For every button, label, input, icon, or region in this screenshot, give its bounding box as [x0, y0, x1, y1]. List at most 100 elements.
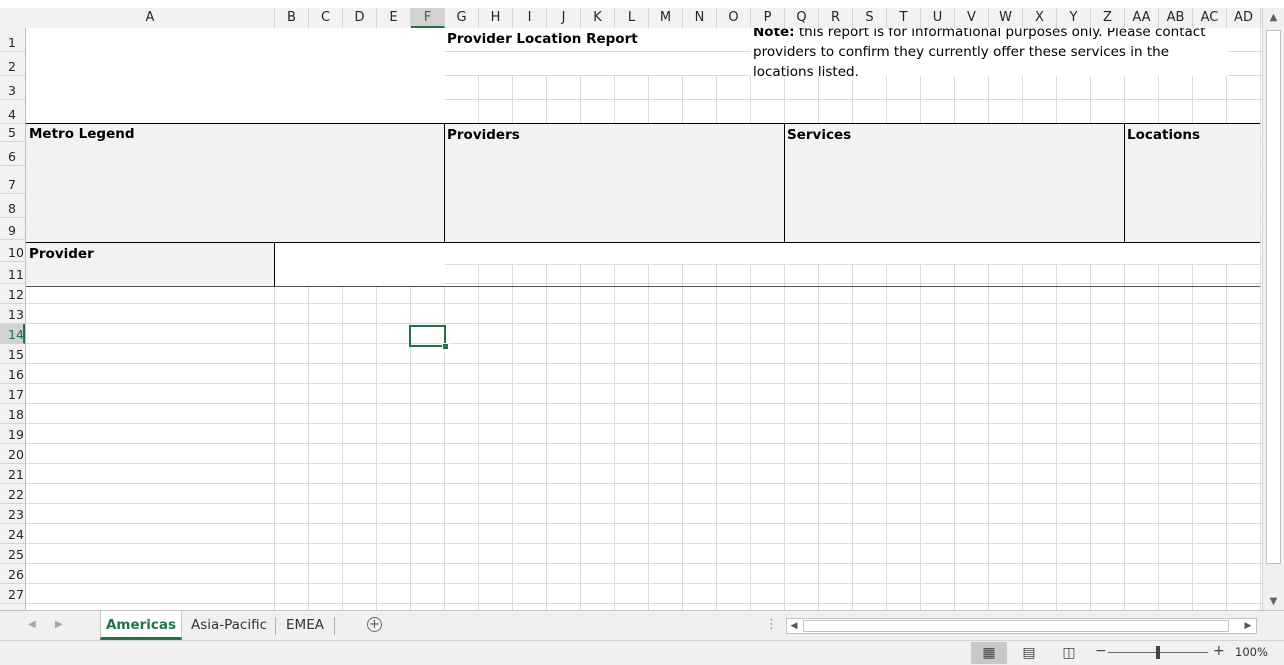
zoom-out-icon[interactable]: − — [1095, 643, 1107, 659]
vertical-scroll-thumb[interactable] — [1266, 30, 1281, 564]
row-header-10[interactable]: 10 — [0, 240, 25, 262]
horizontal-scrollbar[interactable]: ◀ ▶ — [786, 618, 1257, 634]
scroll-down-icon[interactable]: ▼ — [1266, 594, 1281, 609]
column-header-v[interactable]: V — [955, 8, 989, 28]
border-locations-left — [1124, 124, 1125, 242]
column-header-d[interactable]: D — [343, 8, 377, 28]
plus-circle-icon[interactable]: + — [367, 617, 382, 632]
vertical-scrollbar[interactable]: ▲ ▼ — [1262, 8, 1284, 610]
column-header-y[interactable]: Y — [1057, 8, 1091, 28]
row-header-20[interactable]: 20 — [0, 444, 25, 464]
border-services-left — [784, 124, 785, 242]
column-header-n[interactable]: N — [683, 8, 717, 28]
note-cell[interactable]: Note: this report is for informational p… — [751, 28, 1228, 76]
row-header-6[interactable]: 6 — [0, 142, 25, 166]
horizontal-scroll-thumb[interactable] — [803, 620, 1229, 632]
column-header-k[interactable]: K — [581, 8, 615, 28]
sheet-tab-asia-pacific[interactable]: Asia-Pacific — [186, 611, 272, 640]
sheet-tab-americas[interactable]: Americas — [100, 611, 182, 640]
report-note: Note: this report is for informational p… — [753, 28, 1223, 76]
page-icon[interactable]: ▤ — [1011, 642, 1047, 664]
prev-sheet-icon[interactable]: ◀ — [28, 619, 36, 630]
column-header-a[interactable]: A — [26, 8, 275, 28]
column-header-e[interactable]: E — [377, 8, 411, 28]
column-header-t[interactable]: T — [887, 8, 921, 28]
page-break-icon[interactable]: ◫ — [1051, 642, 1087, 664]
column-header-o[interactable]: O — [717, 8, 751, 28]
row-header-16[interactable]: 16 — [0, 364, 25, 384]
column-header-r[interactable]: R — [819, 8, 853, 28]
row-header-5[interactable]: 5 — [0, 124, 25, 142]
sheet-tab-emea[interactable]: EMEA — [278, 611, 332, 640]
row-header-4[interactable]: 4 — [0, 100, 25, 124]
scroll-left-icon[interactable]: ◀ — [788, 620, 800, 632]
column-header-f[interactable]: F — [411, 8, 445, 28]
zoom-level[interactable]: 100% — [1235, 645, 1268, 659]
row-header-12[interactable]: 12 — [0, 284, 25, 304]
column-header-h[interactable]: H — [479, 8, 513, 28]
column-header-z[interactable]: Z — [1091, 8, 1125, 28]
row-header-19[interactable]: 19 — [0, 424, 25, 444]
report-title: Provider Location Report — [447, 31, 638, 47]
column-header-p[interactable]: P — [751, 8, 785, 28]
row-header-26[interactable]: 26 — [0, 564, 25, 584]
border-providers-left — [444, 124, 445, 242]
column-header-j[interactable]: J — [547, 8, 581, 28]
column-header-g[interactable]: G — [445, 8, 479, 28]
row-header-22[interactable]: 22 — [0, 484, 25, 504]
zoom-in-icon[interactable]: + — [1213, 643, 1225, 659]
zoom-slider-thumb[interactable] — [1156, 646, 1160, 659]
grid-icon[interactable]: ▦ — [971, 642, 1007, 664]
provider-merged-area[interactable] — [275, 243, 445, 286]
sheet-tab-bar: ◀ ▶ Americas Asia-Pacific EMEA + ⋮ ◀ ▶ — [0, 610, 1284, 640]
column-header-l[interactable]: L — [615, 8, 649, 28]
row-header-11[interactable]: 11 — [0, 262, 25, 284]
column-header-q[interactable]: Q — [785, 8, 819, 28]
note-label: Note: — [753, 28, 795, 40]
active-cell-selection[interactable] — [409, 325, 449, 350]
row-header-21[interactable]: 21 — [0, 464, 25, 484]
column-header-aa[interactable]: AA — [1125, 8, 1159, 28]
report-title-cell[interactable]: Provider Location Report — [445, 28, 751, 52]
column-header-i[interactable]: I — [513, 8, 547, 28]
row-header-17[interactable]: 17 — [0, 384, 25, 404]
scroll-right-icon[interactable]: ▶ — [1242, 620, 1254, 632]
column-header-b[interactable]: B — [275, 8, 309, 28]
scroll-up-icon[interactable]: ▲ — [1266, 10, 1281, 25]
row-header-2[interactable]: 2 — [0, 52, 25, 76]
header-logo-area[interactable] — [26, 28, 445, 123]
row-header-8[interactable]: 8 — [0, 194, 25, 218]
column-header-u[interactable]: U — [921, 8, 955, 28]
row-header-14[interactable]: 14 — [0, 324, 25, 344]
cell-grid[interactable]: Provider Location Report Note: this repo… — [26, 28, 1262, 610]
row-header-13[interactable]: 13 — [0, 304, 25, 324]
row-header-18[interactable]: 18 — [0, 404, 25, 424]
column-header-ad[interactable]: AD — [1227, 8, 1261, 28]
column-header-ab[interactable]: AB — [1159, 8, 1193, 28]
row-header-25[interactable]: 25 — [0, 544, 25, 564]
column-header-bar: A B C D E F G H I J K L M N O P Q R S T U V W X Y Z AA AB AC AD — [0, 8, 1262, 29]
row-header-24[interactable]: 24 — [0, 524, 25, 544]
border-top-legend — [26, 123, 1260, 124]
border-bottom-provider — [26, 286, 1260, 287]
border-bottom-legend — [26, 242, 1260, 243]
next-sheet-icon[interactable]: ▶ — [55, 619, 63, 630]
column-header-w[interactable]: W — [989, 8, 1023, 28]
column-header-s[interactable]: S — [853, 8, 887, 28]
provider-row10-area[interactable] — [445, 243, 1260, 265]
column-header-m[interactable]: M — [649, 8, 683, 28]
report-subtitle-cell[interactable] — [445, 52, 751, 76]
row-header-3[interactable]: 3 — [0, 76, 25, 100]
tab-separator — [275, 617, 276, 635]
row-header-9[interactable]: 9 — [0, 218, 25, 240]
row-header-7[interactable]: 7 — [0, 166, 25, 194]
column-header-c[interactable]: C — [309, 8, 343, 28]
column-header-x[interactable]: X — [1023, 8, 1057, 28]
tab-splitter-icon[interactable]: ⋮ — [765, 617, 778, 632]
row-header-23[interactable]: 23 — [0, 504, 25, 524]
column-header-ac[interactable]: AC — [1193, 8, 1227, 28]
fill-handle[interactable] — [442, 343, 449, 350]
row-header-1[interactable]: 1 — [0, 28, 25, 52]
row-header-15[interactable]: 15 — [0, 344, 25, 364]
row-header-27[interactable]: 27 — [0, 584, 25, 604]
